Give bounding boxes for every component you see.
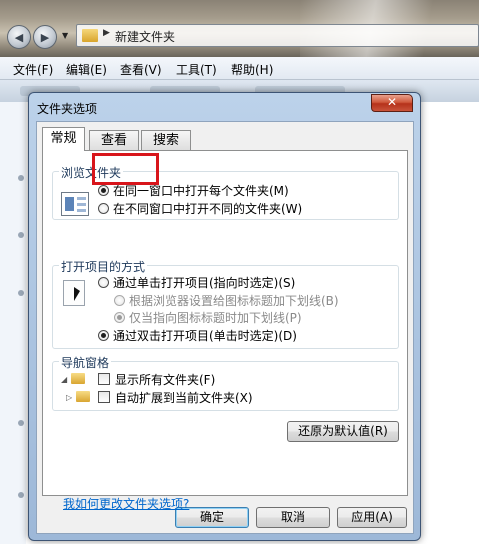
new-window-label[interactable]: 在不同窗口中打开不同的文件夹(W) bbox=[113, 200, 302, 217]
show-all-folders-checkbox[interactable] bbox=[98, 373, 110, 385]
arrow-left-icon: ◀ bbox=[14, 30, 24, 44]
forward-button[interactable]: ▶ bbox=[33, 25, 57, 49]
close-button[interactable]: ✕ bbox=[371, 94, 413, 112]
show-all-folders-label[interactable]: 显示所有文件夹(F) bbox=[115, 371, 215, 388]
help-link[interactable]: 我如何更改文件夹选项? bbox=[63, 495, 189, 512]
underline-browser-label[interactable]: 根据浏览器设置给图标标题加下划线(B) bbox=[129, 292, 339, 309]
dialog-body: 常规 查看 搜索 浏览文件夹 在同一窗口中打开每个文件夹(M) 在不同窗口中打开… bbox=[36, 121, 414, 534]
view-tab-highlight bbox=[92, 153, 159, 185]
tab-search[interactable]: 搜索 bbox=[141, 130, 191, 150]
underline-browser-radio[interactable] bbox=[114, 295, 125, 306]
nav-item-icon[interactable] bbox=[18, 232, 24, 238]
folder-options-dialog: 文件夹选项 ✕ 常规 查看 搜索 浏览文件夹 在同一窗口中打开每个文件夹(M) … bbox=[28, 92, 421, 541]
nav-item-icon[interactable] bbox=[18, 290, 24, 296]
expanded-triangle-icon: ◢ bbox=[61, 375, 68, 384]
general-tab-panel: 浏览文件夹 在同一窗口中打开每个文件夹(M) 在不同窗口中打开不同的文件夹(W)… bbox=[42, 150, 408, 511]
folder-icon bbox=[71, 373, 85, 384]
folder-icon bbox=[82, 29, 98, 42]
single-click-label[interactable]: 通过单击打开项目(指向时选定)(S) bbox=[113, 274, 295, 291]
menu-tools[interactable]: 工具(T) bbox=[176, 61, 217, 78]
nav-item-icon[interactable] bbox=[18, 492, 24, 498]
apply-button[interactable]: 应用(A) bbox=[337, 507, 407, 528]
nav-item-icon[interactable] bbox=[18, 420, 24, 426]
underline-hover-label[interactable]: 仅当指向图标标题时加下划线(P) bbox=[129, 309, 302, 326]
underline-hover-radio[interactable] bbox=[114, 312, 125, 323]
cancel-button[interactable]: 取消 bbox=[256, 507, 330, 528]
navigation-pane-group: 导航窗格 ◢ 显示所有文件夹(F) ▷ 自动扩展到当前文件夹(X) bbox=[52, 354, 399, 411]
breadcrumb[interactable]: 新建文件夹 bbox=[115, 28, 175, 45]
auto-expand-label[interactable]: 自动扩展到当前文件夹(X) bbox=[115, 389, 253, 406]
browse-folders-icon bbox=[61, 192, 89, 216]
menu-edit[interactable]: 编辑(E) bbox=[66, 61, 107, 78]
auto-expand-checkbox[interactable] bbox=[98, 391, 110, 403]
arrow-right-icon: ▶ bbox=[40, 30, 50, 44]
menu-bar: 文件(F) 编辑(E) 查看(V) 工具(T) 帮助(H) bbox=[0, 57, 479, 80]
history-dropdown-icon[interactable]: ▼ bbox=[62, 31, 68, 40]
group-title: 导航窗格 bbox=[59, 354, 112, 371]
tab-general[interactable]: 常规 bbox=[42, 127, 85, 151]
menu-view[interactable]: 查看(V) bbox=[120, 61, 162, 78]
close-icon: ✕ bbox=[386, 95, 398, 109]
folder-icon bbox=[76, 391, 90, 402]
new-window-radio[interactable] bbox=[98, 203, 109, 214]
navigation-pane bbox=[0, 102, 26, 544]
double-click-label[interactable]: 通过双击打开项目(单击时选定)(D) bbox=[113, 327, 297, 344]
group-title: 打开项目的方式 bbox=[59, 258, 148, 275]
restore-defaults-button[interactable]: 还原为默认值(R) bbox=[287, 421, 399, 442]
single-click-radio[interactable] bbox=[98, 277, 109, 288]
click-items-group: 打开项目的方式 通过单击打开项目(指向时选定)(S) 根据浏览器设置给图标标题加… bbox=[52, 258, 399, 349]
click-cursor-icon bbox=[63, 280, 85, 306]
menu-help[interactable]: 帮助(H) bbox=[231, 61, 273, 78]
nav-item-icon[interactable] bbox=[18, 175, 24, 181]
menu-file[interactable]: 文件(F) bbox=[13, 61, 53, 78]
address-bar[interactable]: ▶ 新建文件夹 bbox=[76, 24, 479, 47]
tab-view[interactable]: 查看 bbox=[89, 130, 139, 150]
double-click-radio[interactable] bbox=[98, 330, 109, 341]
breadcrumb-arrow-icon[interactable]: ▶ bbox=[103, 28, 110, 38]
same-window-radio[interactable] bbox=[98, 185, 109, 196]
dialog-title: 文件夹选项 bbox=[37, 102, 98, 116]
collapsed-triangle-icon: ▷ bbox=[66, 393, 73, 402]
back-button[interactable]: ◀ bbox=[7, 25, 31, 49]
